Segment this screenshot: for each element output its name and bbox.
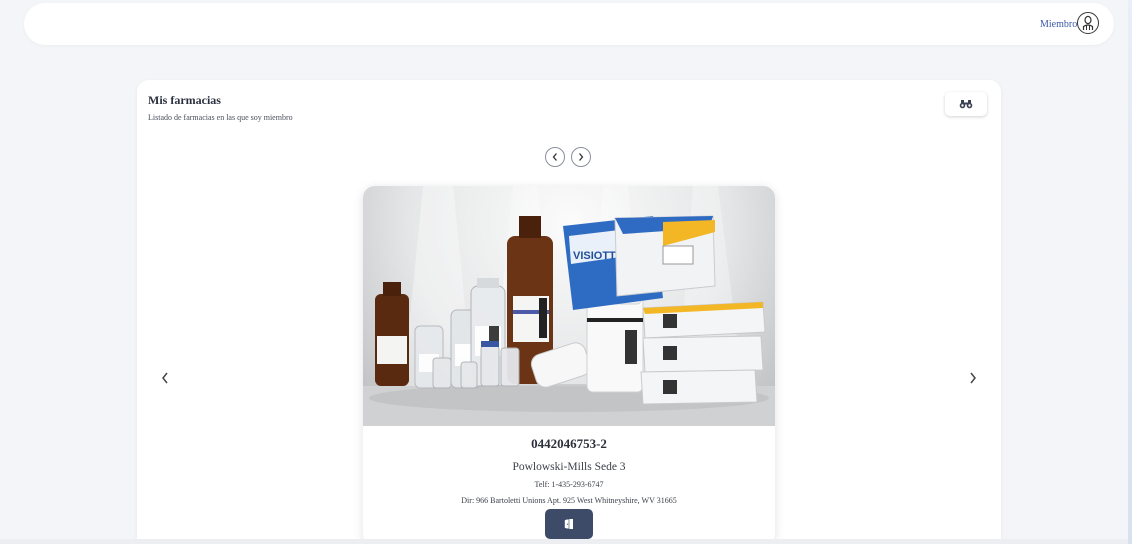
pharmacy-info: 0442046753-2 Powlowski-Mills Sede 3 Telf… bbox=[363, 436, 775, 505]
scroll-edge bbox=[1128, 0, 1132, 544]
member-link[interactable]: Miembro bbox=[1040, 19, 1077, 30]
carousel-next-button[interactable] bbox=[571, 147, 591, 167]
user-avatar-button[interactable] bbox=[1077, 12, 1099, 34]
chevron-right-icon bbox=[579, 153, 584, 161]
pharmacy-photo: VISIOTT bbox=[363, 186, 775, 426]
top-bar bbox=[24, 3, 1114, 45]
section-title: Mis farmacias bbox=[148, 93, 221, 107]
door-enter-icon bbox=[564, 518, 573, 530]
pharmacy-card: VISIOTT 0442046753-2 Powlowski-Mills Sed bbox=[363, 186, 775, 544]
chevron-left-icon bbox=[162, 372, 168, 384]
user-circle-icon bbox=[1082, 15, 1094, 30]
photo-brand-text: VISIOTT bbox=[573, 250, 616, 262]
pharmacy-phone: Telf: 1-435-293-6747 bbox=[534, 480, 604, 489]
bottom-edge bbox=[0, 539, 1128, 544]
pharmacy-name: Powlowski-Mills Sede 3 bbox=[512, 461, 626, 473]
section-subtitle: Listado de farmacias en las que soy miem… bbox=[148, 113, 293, 122]
binoculars-icon bbox=[959, 100, 973, 109]
enter-pharmacy-button[interactable] bbox=[545, 509, 593, 539]
chevron-right-icon bbox=[970, 372, 976, 384]
slide-next-button[interactable] bbox=[966, 370, 980, 386]
search-button[interactable] bbox=[945, 92, 987, 116]
chevron-left-icon bbox=[552, 153, 557, 161]
carousel-prev-button[interactable] bbox=[545, 147, 565, 167]
slide-prev-button[interactable] bbox=[158, 370, 172, 386]
pharmacy-address: Dir: 966 Bartoletti Unions Apt. 925 West… bbox=[461, 496, 677, 505]
pharmacy-ruc: 0442046753-2 bbox=[531, 436, 607, 451]
pharmacies-panel: Mis farmacias Listado de farmacias en la… bbox=[137, 80, 1001, 544]
